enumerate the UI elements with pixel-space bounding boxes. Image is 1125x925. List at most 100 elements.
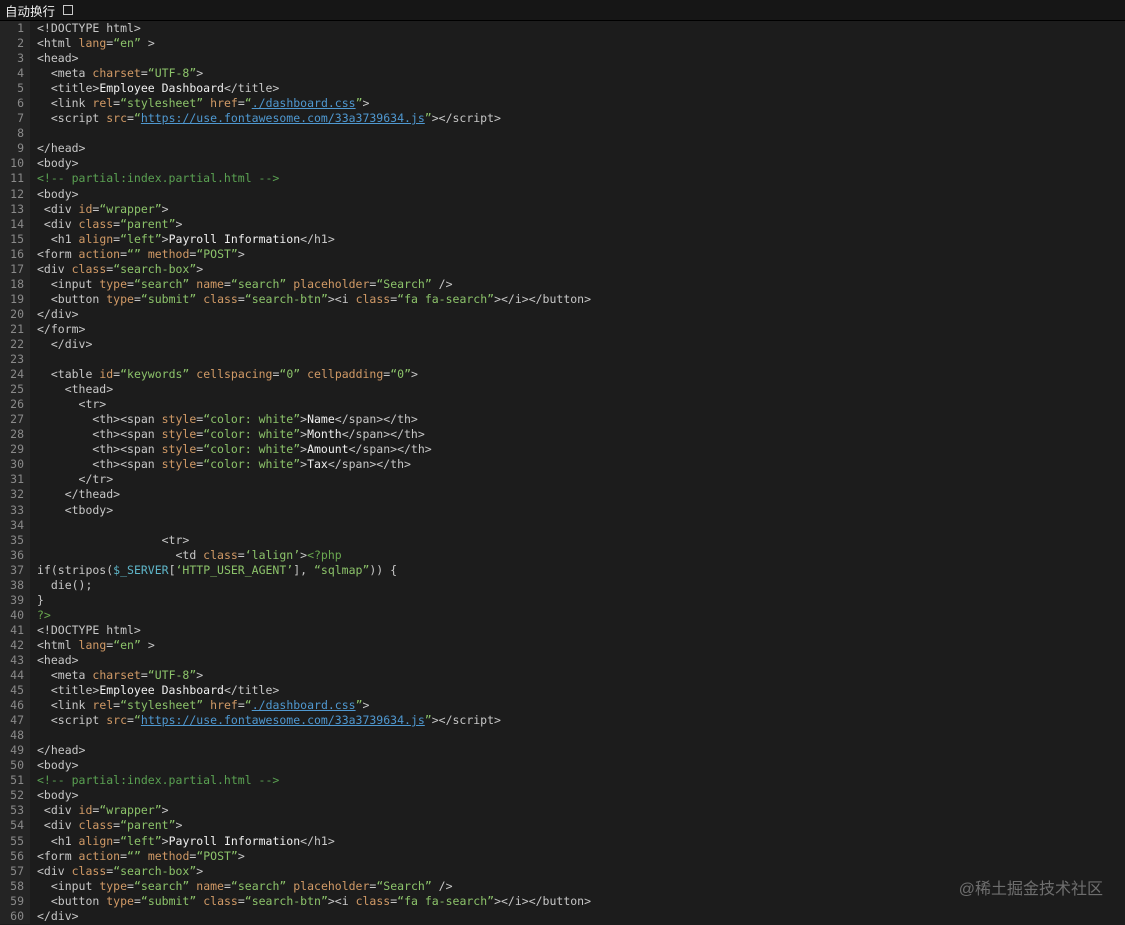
code-line[interactable]: 27 <th><span style=“color: white”>Name</… [0, 412, 1125, 428]
code-line[interactable]: 6 <link rel=“stylesheet” href=“./dashboa… [0, 96, 1125, 112]
code-line[interactable]: 8 [0, 126, 1125, 142]
code-line[interactable]: 54 <div class=“parent”> [0, 818, 1125, 834]
code-line[interactable]: 19 <button type=“submit” class=“search-b… [0, 291, 1125, 307]
code-line[interactable]: 22 </div> [0, 336, 1125, 353]
code-token: <body> [37, 788, 79, 803]
code-line[interactable]: 25 <thead> [0, 382, 1125, 398]
code-line[interactable]: 55 <h1 align=“left”>Payroll Information<… [0, 833, 1125, 849]
code-token: class [78, 818, 114, 833]
code-line[interactable]: 56 <form action=“” method=“POST”> [0, 848, 1125, 864]
code-line[interactable]: 36 <td class=‘lalign’><?php [0, 547, 1125, 563]
code-editor[interactable]: 1 <!DOCTYPE html> 2 <html lang=“en” >3 <head… [0, 21, 1125, 925]
code-token: </div> [37, 306, 79, 321]
code-line[interactable]: 26 <tr> [0, 397, 1125, 413]
code-line[interactable]: 57 <div class=“search-box”> [0, 863, 1125, 879]
code-token: class [203, 547, 238, 562]
line-number: 27 [0, 412, 30, 428]
code-line[interactable]: 33 <tbody> [0, 502, 1125, 518]
code-token: <th><span [37, 442, 162, 457]
line-number: 6 [0, 96, 30, 112]
code-line[interactable]: 2 <html lang=“en” > [0, 36, 1125, 52]
code-line[interactable]: 24 <table id=“keywords” cellspacing=“0” … [0, 367, 1125, 383]
code-token: “color: white” [203, 412, 301, 427]
code-line[interactable]: 50 <body> [0, 758, 1125, 774]
code-line[interactable]: 44 <meta charset=“UTF-8”> [0, 668, 1125, 684]
code-line[interactable]: 39} [0, 592, 1125, 608]
code-token: } [37, 592, 44, 607]
code-token: “stylesheet” [120, 698, 204, 713]
code-line[interactable]: 13 <div id=“wrapper”> [0, 201, 1125, 217]
code-line[interactable]: 34 [0, 517, 1125, 533]
code-token: id [78, 803, 93, 818]
code-token: “submit” [140, 893, 197, 908]
code-token: style [161, 457, 197, 472]
code-line[interactable]: 43 <head> [0, 652, 1125, 669]
code-line[interactable]: 11 <!-- partial:index.partial.html --> [0, 171, 1125, 187]
code-token: <body> [37, 758, 79, 773]
code-line[interactable]: 28 <th><span style=“color: white”>Month<… [0, 427, 1125, 443]
code-line[interactable]: 31 </tr> [0, 472, 1125, 488]
word-wrap-checkbox[interactable] [63, 5, 74, 15]
code-line[interactable]: 5 <title>Employee Dashboard</title> [0, 81, 1125, 97]
code-line[interactable]: 18 <input type=“search” name=“search” pl… [0, 276, 1125, 292]
code-line[interactable]: 47 <script src=“https://use.fontawesome.… [0, 713, 1125, 729]
line-number: 7 [0, 111, 30, 127]
code-line[interactable]: 51 <!-- partial:index.partial.html --> [0, 773, 1125, 789]
line-number: 49 [0, 743, 30, 759]
code-line[interactable]: 16 <form action=“” method=“POST”> [0, 246, 1125, 262]
code-token: = [237, 893, 245, 908]
code-token: <td [37, 547, 204, 562]
code-line[interactable]: 1 <!DOCTYPE html> [0, 21, 1125, 37]
code-token: ></script> [431, 111, 501, 126]
code-line[interactable]: 35 <tr> [0, 532, 1125, 548]
code-line[interactable]: 12 <body> [0, 186, 1125, 202]
code-token: method [147, 246, 190, 261]
code-line[interactable]: 49 </head> [0, 743, 1125, 759]
code-line[interactable]: 15 <h1 align=“left”>Payroll Information<… [0, 231, 1125, 247]
code-line[interactable]: 17 <div class=“search-box”> [0, 261, 1125, 277]
code-line[interactable]: 60 </div> [0, 908, 1125, 924]
line-number: 56 [0, 848, 30, 864]
code-token: rel [92, 698, 114, 713]
code-line[interactable]: 23 [0, 352, 1125, 368]
code-line[interactable]: 40 ?> [0, 607, 1125, 623]
code-line[interactable]: 4 <meta charset=“UTF-8”> [0, 66, 1125, 82]
code-line[interactable]: 59 <button type=“submit” class=“search-b… [0, 893, 1125, 909]
code-token: > [237, 246, 245, 261]
code-line[interactable]: 52 <body> [0, 788, 1125, 804]
code-line[interactable]: 53 <div id=“wrapper”> [0, 803, 1125, 819]
code-text: <link rel=“stylesheet” href=“./dashboard… [30, 698, 370, 713]
code-token: <meta [37, 66, 93, 81]
code-line[interactable]: 10 <body> [0, 156, 1125, 172]
code-token: = [133, 893, 141, 908]
code-line[interactable]: 37 if(stripos($_SERVER[‘HTTP_USER_AGENT’]… [0, 562, 1125, 578]
code-line[interactable]: 48 [0, 728, 1125, 744]
code-line[interactable]: 7 <script src=“https://use.fontawesome.c… [0, 111, 1125, 127]
code-line[interactable]: 38 die(); [0, 577, 1125, 593]
code-line[interactable]: 58 <input type=“search” name=“search” pl… [0, 878, 1125, 894]
code-line[interactable]: 30 <th><span style=“color: white”>Tax</s… [0, 457, 1125, 473]
code-token: > [161, 231, 169, 246]
code-line[interactable]: 9 </head> [0, 141, 1125, 157]
code-token: “Search” [376, 878, 432, 893]
code-text: <body> [30, 156, 79, 171]
code-text: <!DOCTYPE html> [30, 623, 141, 638]
code-line[interactable]: 29 <th><span style=“color: white”>Amount… [0, 442, 1125, 458]
code-line[interactable]: 14 <div class=“parent”> [0, 216, 1125, 232]
code-line[interactable]: 21 </form> [0, 321, 1125, 337]
code-text: <thead> [30, 382, 113, 397]
code-token: class [71, 863, 107, 878]
code-line[interactable]: 3 <head> [0, 51, 1125, 67]
code-text: </thead> [30, 487, 120, 502]
code-line[interactable]: 32 </thead> [0, 487, 1125, 503]
code-token: <html [37, 637, 79, 652]
code-line[interactable]: 20 </div> [0, 306, 1125, 322]
code-token: id [99, 367, 114, 382]
code-line[interactable]: 45 <title>Employee Dashboard</title> [0, 683, 1125, 699]
code-line[interactable]: 42 <html lang=“en” > [0, 637, 1125, 653]
code-token: Name [307, 412, 335, 427]
line-number: 54 [0, 818, 30, 834]
code-line[interactable]: 41 <!DOCTYPE html> [0, 622, 1125, 638]
code-line[interactable]: 46 <link rel=“stylesheet” href=“./dashbo… [0, 698, 1125, 714]
